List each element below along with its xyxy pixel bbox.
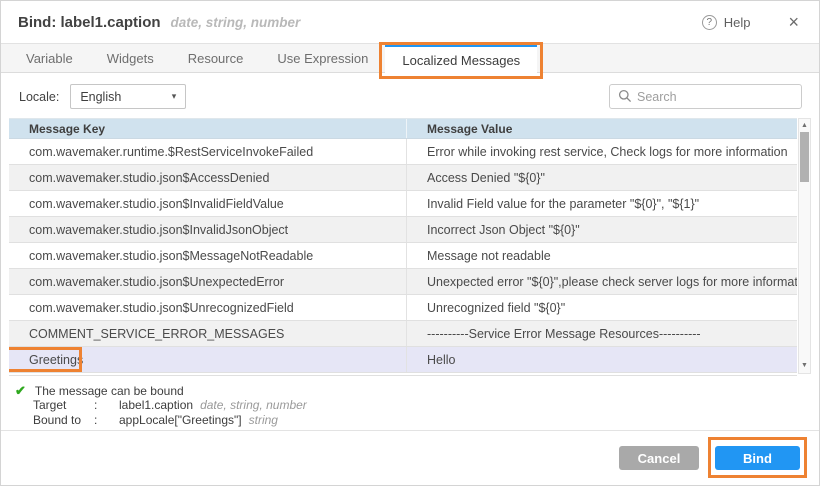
binding-info-panel: ✔ The message can be bound Target : labe… — [1, 376, 819, 427]
message-value-cell[interactable]: Hello — [406, 347, 797, 372]
search-input[interactable] — [609, 84, 802, 109]
bind-button[interactable]: Bind — [715, 446, 800, 470]
scrollbar-thumb[interactable] — [800, 132, 809, 182]
binding-status-text: The message can be bound — [35, 384, 184, 398]
tab-use-expression[interactable]: Use Expression — [260, 44, 385, 72]
target-colon: : — [94, 398, 119, 412]
question-mark-icon: ? — [702, 15, 717, 30]
bound-to-type: string — [249, 413, 278, 427]
help-label: Help — [724, 15, 751, 30]
table-row[interactable]: com.wavemaker.studio.json$InvalidFieldVa… — [9, 191, 797, 217]
bound-to-row: Bound to : appLocale["Greetings"]string — [33, 413, 819, 428]
message-value-cell[interactable]: ----------Service Error Message Resource… — [406, 321, 797, 346]
tab-bar: VariableWidgetsResourceUse ExpressionLoc… — [1, 43, 819, 73]
message-value-cell[interactable]: Unrecognized field "${0}" — [406, 295, 797, 320]
tab-localized-messages[interactable]: Localized Messages — [385, 44, 537, 73]
message-key-cell[interactable]: Greetings — [9, 347, 406, 372]
table-body: com.wavemaker.runtime.$RestServiceInvoke… — [9, 139, 811, 373]
locale-select[interactable]: English ▾ — [70, 84, 186, 109]
table-row[interactable]: com.wavemaker.studio.json$MessageNotRead… — [9, 243, 797, 269]
selected-key-highlight — [9, 347, 82, 372]
table-row[interactable]: com.wavemaker.studio.json$AccessDeniedAc… — [9, 165, 797, 191]
cancel-button[interactable]: Cancel — [619, 446, 699, 470]
search-box — [609, 84, 802, 109]
table-row[interactable]: com.wavemaker.studio.json$InvalidJsonObj… — [9, 217, 797, 243]
scroll-up-icon[interactable]: ▲ — [799, 120, 810, 132]
column-header-message-value: Message Value — [406, 119, 797, 138]
message-value-cell[interactable]: Invalid Field value for the parameter "$… — [406, 191, 797, 216]
message-value-cell[interactable]: Message not readable — [406, 243, 797, 268]
bind-dialog: Bind: label1.caption date, string, numbe… — [0, 0, 820, 486]
dialog-subtitle: date, string, number — [171, 15, 301, 30]
table-row[interactable]: com.wavemaker.runtime.$RestServiceInvoke… — [9, 139, 797, 165]
message-key-cell[interactable]: com.wavemaker.studio.json$InvalidJsonObj… — [9, 217, 406, 242]
message-value-cell[interactable]: Incorrect Json Object "${0}" — [406, 217, 797, 242]
message-value-cell[interactable]: Error while invoking rest service, Check… — [406, 139, 797, 164]
table-row[interactable]: com.wavemaker.studio.json$UnrecognizedFi… — [9, 295, 797, 321]
dialog-footer: Cancel Bind — [1, 430, 819, 485]
message-key-cell[interactable]: com.wavemaker.studio.json$MessageNotRead… — [9, 243, 406, 268]
message-key-cell[interactable]: com.wavemaker.studio.json$UnrecognizedFi… — [9, 295, 406, 320]
message-value-cell[interactable]: Unexpected error "${0}",please check ser… — [406, 269, 797, 294]
locale-selected-value: English — [80, 90, 121, 104]
table-row[interactable]: GreetingsHello — [9, 347, 797, 373]
tab-variable[interactable]: Variable — [9, 44, 90, 72]
check-icon: ✔ — [15, 383, 26, 399]
partial-row — [9, 373, 797, 376]
message-key-cell[interactable]: COMMENT_SERVICE_ERROR_MESSAGES — [9, 321, 406, 346]
locale-label: Locale: — [19, 90, 59, 104]
dialog-title: Bind: label1.caption — [18, 14, 161, 31]
message-value-cell[interactable]: Access Denied "${0}" — [406, 165, 797, 190]
bound-to-colon: : — [94, 413, 119, 427]
message-key-cell[interactable]: com.wavemaker.studio.json$InvalidFieldVa… — [9, 191, 406, 216]
scroll-down-icon[interactable]: ▼ — [799, 360, 810, 372]
target-types: date, string, number — [200, 398, 307, 412]
vertical-scrollbar[interactable]: ▲ ▼ — [798, 118, 811, 374]
message-key-cell[interactable]: com.wavemaker.runtime.$RestServiceInvoke… — [9, 139, 406, 164]
message-key-cell[interactable]: com.wavemaker.studio.json$AccessDenied — [9, 165, 406, 190]
close-icon[interactable]: × — [788, 13, 799, 31]
target-row: Target : label1.captiondate, string, num… — [33, 398, 819, 413]
tab-resource[interactable]: Resource — [171, 44, 261, 72]
bound-to-label: Bound to — [33, 413, 94, 427]
help-button[interactable]: ? Help — [702, 15, 751, 30]
column-header-message-key: Message Key — [9, 122, 406, 136]
toolbar: Locale: English ▾ — [1, 73, 819, 118]
target-value: label1.captiondate, string, number — [119, 398, 819, 412]
messages-table: Message Key Message Value com.wavemaker.… — [9, 118, 811, 376]
tab-widgets[interactable]: Widgets — [90, 44, 171, 72]
chevron-down-icon: ▾ — [172, 91, 177, 102]
table-row[interactable]: com.wavemaker.studio.json$UnexpectedErro… — [9, 269, 797, 295]
target-label: Target — [33, 398, 94, 412]
search-icon — [618, 89, 632, 103]
message-key-cell[interactable]: com.wavemaker.studio.json$UnexpectedErro… — [9, 269, 406, 294]
table-header-row: Message Key Message Value — [9, 118, 797, 139]
bound-to-value: appLocale["Greetings"]string — [119, 413, 819, 427]
dialog-titlebar: Bind: label1.caption date, string, numbe… — [1, 1, 819, 43]
table-row[interactable]: COMMENT_SERVICE_ERROR_MESSAGES----------… — [9, 321, 797, 347]
